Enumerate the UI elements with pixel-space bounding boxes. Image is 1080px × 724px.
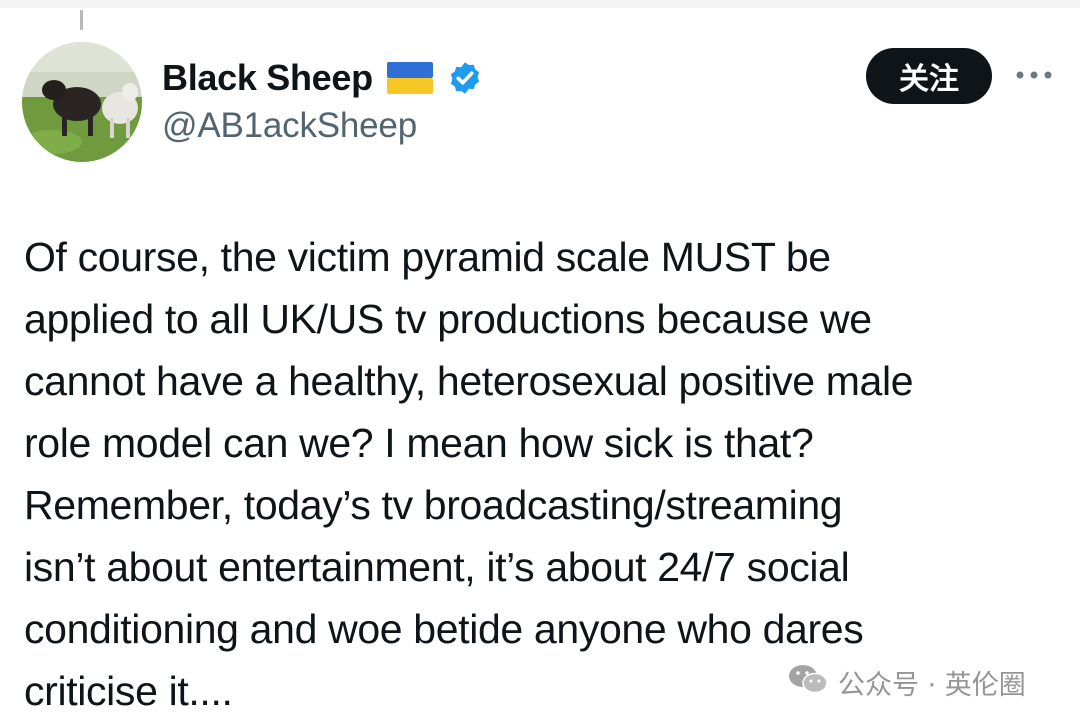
watermark: 公众号 · 英伦圈	[788, 660, 1026, 704]
more-options-button[interactable]	[1012, 60, 1056, 90]
display-name-row: Black Sheep	[162, 54, 483, 102]
tweet-text: Of course, the victim pyramid scale MUST…	[24, 234, 914, 714]
sheep-avatar-image	[22, 42, 142, 162]
avatar[interactable]	[22, 42, 142, 162]
verified-badge-icon	[447, 60, 483, 96]
more-horizontal-icon	[1016, 71, 1052, 79]
ukraine-flag-icon	[386, 62, 433, 94]
follow-button[interactable]: 关注	[866, 48, 992, 104]
top-strip	[0, 0, 1080, 8]
user-handle[interactable]: @AB1ackSheep	[162, 106, 417, 146]
watermark-text: 公众号 · 英伦圈	[838, 669, 1026, 701]
scroll-indicator	[80, 10, 83, 30]
wechat-icon	[788, 662, 828, 703]
display-name[interactable]: Black Sheep	[162, 57, 373, 99]
